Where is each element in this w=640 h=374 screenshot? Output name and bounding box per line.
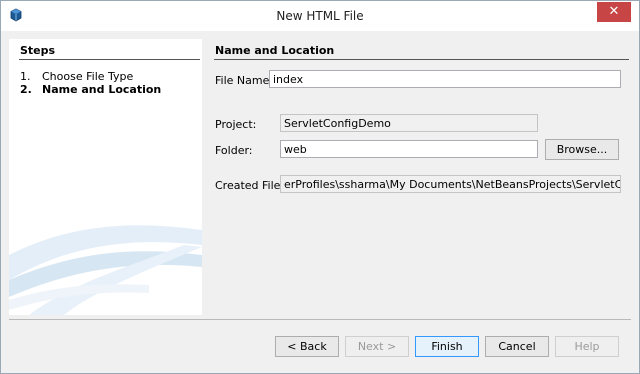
back-button[interactable]: < Back [275,336,339,357]
project-label: Project: [215,118,257,131]
window-title: New HTML File [276,9,364,23]
next-button[interactable]: Next > [345,336,409,357]
help-button[interactable]: Help [555,336,619,357]
project-field: ServletConfigDemo [280,114,538,132]
section-heading: Name and Location [215,44,335,57]
browse-button[interactable]: Browse... [545,139,619,160]
step-label: Choose File Type [42,70,134,83]
created-file-field: erProfiles\ssharma\My Documents\NetBeans… [280,175,621,193]
close-button[interactable]: ✕ [597,2,631,22]
folder-label: Folder: [215,144,253,157]
steps-divider [19,59,200,60]
step-label: Name and Location [42,83,162,96]
step-name-and-location: 2. Name and Location [20,83,161,96]
close-icon: ✕ [608,4,620,19]
file-name-input[interactable]: index [269,70,621,88]
dialog-window: New HTML File ✕ Steps 1. Choose File Type… [0,0,640,374]
file-name-label: File Name: [215,74,274,87]
button-bar-divider [9,319,631,320]
section-divider [214,59,629,60]
finish-button[interactable]: Finish [415,336,479,357]
step-number: 2. [20,83,32,96]
steps-panel: Steps 1. Choose File Type 2. Name and Loca… [9,39,202,315]
step-number: 1. [20,70,31,83]
steps-heading: Steps [20,44,56,57]
decorative-swoosh-graphic [9,225,202,315]
name-and-location-panel: Name and Location File Name: index Proje… [205,39,630,315]
title-bar[interactable]: New HTML File ✕ [1,1,639,31]
folder-input[interactable]: web [280,140,538,158]
step-choose-file-type: 1. Choose File Type [20,70,133,83]
cancel-button[interactable]: Cancel [485,336,549,357]
created-file-label: Created File: [215,179,285,192]
